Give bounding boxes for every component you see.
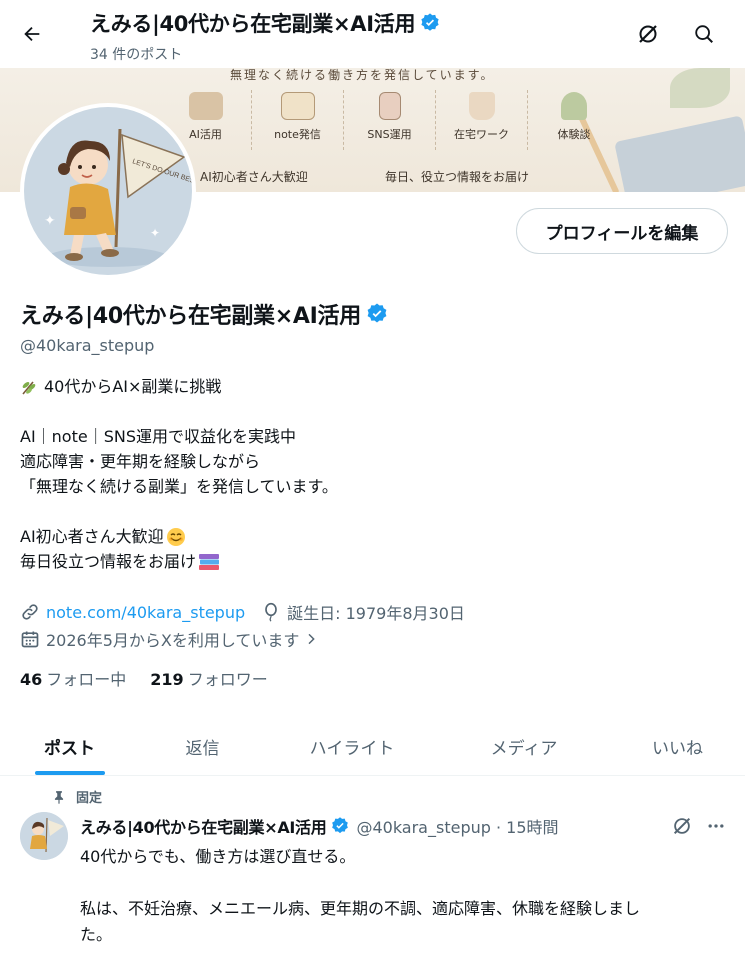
joined-item[interactable]: 2026年5月からXを利用しています xyxy=(20,627,325,651)
svg-text:✦: ✦ xyxy=(150,226,160,240)
tweet-avatar-illustration xyxy=(20,812,68,860)
verified-badge-icon[interactable] xyxy=(365,302,389,326)
notebook-icon xyxy=(280,92,315,120)
search-icon xyxy=(695,25,713,43)
sprout-icon xyxy=(561,92,587,120)
followers-link[interactable]: 219 フォロワー xyxy=(150,666,267,690)
grok-button[interactable] xyxy=(630,16,666,52)
tweet-text-line-1: 40代からでも、働き方は選び直せる。 xyxy=(80,847,356,866)
grok-icon xyxy=(673,817,691,835)
banner-bottom-right: 毎日、役立つ情報をお届け xyxy=(385,170,530,184)
profile-tabs: ポスト 返信 ハイライト メディア いいね xyxy=(0,718,745,776)
website-item[interactable]: note.com/40kara_stepup xyxy=(20,602,245,622)
back-arrow-icon xyxy=(24,26,40,42)
edit-profile-button[interactable]: プロフィールを編集 xyxy=(516,208,728,254)
smile-emoji xyxy=(166,527,186,547)
tab-replies[interactable]: 返信 xyxy=(139,718,266,775)
bio-line-6: 毎日役立つ情報をお届け xyxy=(20,552,197,571)
banner-notebook-decoration xyxy=(614,115,745,192)
profile-handle: @40kara_stepup xyxy=(20,336,155,355)
birthday-text: 誕生日: 1979年8月30日 xyxy=(287,604,465,623)
profile-bio: 40代からAI×副業に挑戦 AI｜note｜SNS運用で収益化を実践中 適応障害… xyxy=(20,374,338,574)
chevron-right-icon xyxy=(308,633,316,645)
tab-posts[interactable]: ポスト xyxy=(0,718,139,775)
mug-icon xyxy=(468,92,495,120)
profile-name: えみる|40代から在宅副業×AI活用 xyxy=(20,304,361,329)
bio-line-5: AI初心者さん大歓迎 xyxy=(20,527,164,546)
calendar-icon xyxy=(21,631,39,648)
tab-likes[interactable]: いいね xyxy=(610,718,745,775)
followers-label: フォロワー xyxy=(187,670,268,689)
tweet-text: 40代からでも、働き方は選び直せる。 私は、不妊治療、メニエール病、更年期の不調… xyxy=(80,844,730,948)
following-label: フォロー中 xyxy=(46,670,127,689)
following-count: 46 xyxy=(20,670,43,689)
tweet-text-line-2: 私は、不妊治療、メニエール病、更年期の不調、適応障害、休職を経験しまし xyxy=(80,899,641,918)
tweet-header: えみる|40代から在宅副業×AI活用 @40kara_stepup · 15時間 xyxy=(80,814,559,838)
banner-item-note: note発信 xyxy=(252,90,344,150)
back-button[interactable] xyxy=(14,16,50,52)
profile-name-group: えみる|40代から在宅副業×AI活用 xyxy=(20,298,389,330)
banner-item-story: 体験談 xyxy=(528,90,620,150)
verified-badge-icon xyxy=(332,817,349,834)
girl-with-flag-illustration: LET'S DO OUR BEST! ✦ ✦ xyxy=(44,128,192,267)
banner-item-sns: SNS運用 xyxy=(344,90,436,150)
avatar-illustration: LET'S DO OUR BEST! ✦ ✦ xyxy=(24,107,192,275)
banner-leaf-decoration xyxy=(670,68,730,108)
pinned-label: 固定 xyxy=(76,791,103,806)
search-button[interactable] xyxy=(686,16,722,52)
banner-item-home: 在宅ワーク xyxy=(436,90,528,150)
tweet-author-meta[interactable]: @40kara_stepup · 15時間 xyxy=(356,814,558,838)
header-title-group: えみる|40代から在宅副業×AI活用 xyxy=(90,8,441,38)
books-emoji xyxy=(198,552,220,572)
post-count: 34 件のポスト xyxy=(90,47,183,63)
bio-line-3: 適応障害・更年期を経験しながら xyxy=(20,452,261,471)
grok-icon xyxy=(639,25,657,43)
bio-line-1: 40代からAI×副業に挑戦 xyxy=(44,377,222,396)
profile-meta-row-2[interactable]: 2026年5月からXを利用しています xyxy=(20,627,341,651)
pin-icon xyxy=(54,790,64,804)
link-icon xyxy=(22,604,38,620)
tweet-author-name[interactable]: えみる|40代から在宅副業×AI活用 xyxy=(80,814,327,838)
tab-media[interactable]: メディア xyxy=(438,718,610,775)
bio-line-4: 「無理なく続ける副業」を発信しています。 xyxy=(20,477,338,496)
banner-top-text: 無理なく続ける働き方を発信しています。 xyxy=(230,68,495,82)
followers-count: 219 xyxy=(150,670,184,689)
tweet-text-line-3: た。 xyxy=(80,925,113,944)
pinned-indicator: 固定 xyxy=(52,787,102,806)
profile-meta-row-1: note.com/40kara_stepup 誕生日: 1979年8月30日 xyxy=(20,600,481,624)
tweet-grok-button[interactable] xyxy=(668,812,696,840)
profile-avatar[interactable]: LET'S DO OUR BEST! ✦ ✦ xyxy=(20,103,196,279)
laptop-icon xyxy=(188,92,223,120)
banner-bottom-left: AI初心者さん大歓迎 xyxy=(200,170,308,184)
bio-line-2: AI｜note｜SNS運用で収益化を実践中 xyxy=(20,427,296,446)
website-link[interactable]: note.com/40kara_stepup xyxy=(46,603,245,622)
following-link[interactable]: 46 フォロー中 xyxy=(20,666,126,690)
follow-stats: 46 フォロー中 219 フォロワー xyxy=(20,666,268,690)
smartphone-icon xyxy=(378,92,401,120)
birthday-item: 誕生日: 1979年8月30日 xyxy=(261,600,465,624)
top-header: えみる|40代から在宅副業×AI活用 34 件のポスト xyxy=(0,0,745,68)
balloon-icon xyxy=(265,602,277,622)
tweet-more-button[interactable] xyxy=(702,812,730,840)
more-icon xyxy=(708,824,724,828)
svg-text:✦: ✦ xyxy=(44,213,56,229)
sprout-emoji xyxy=(20,378,38,396)
verified-badge-icon xyxy=(421,13,439,31)
header-title: えみる|40代から在宅副業×AI活用 xyxy=(90,12,416,36)
tweet-avatar[interactable] xyxy=(20,812,68,860)
banner-items: AI活用 note発信 SNS運用 在宅ワーク 体験談 xyxy=(160,90,620,150)
joined-text: 2026年5月からXを利用しています xyxy=(46,631,300,650)
active-tab-indicator xyxy=(34,771,105,775)
tab-highlights[interactable]: ハイライト xyxy=(266,718,438,775)
